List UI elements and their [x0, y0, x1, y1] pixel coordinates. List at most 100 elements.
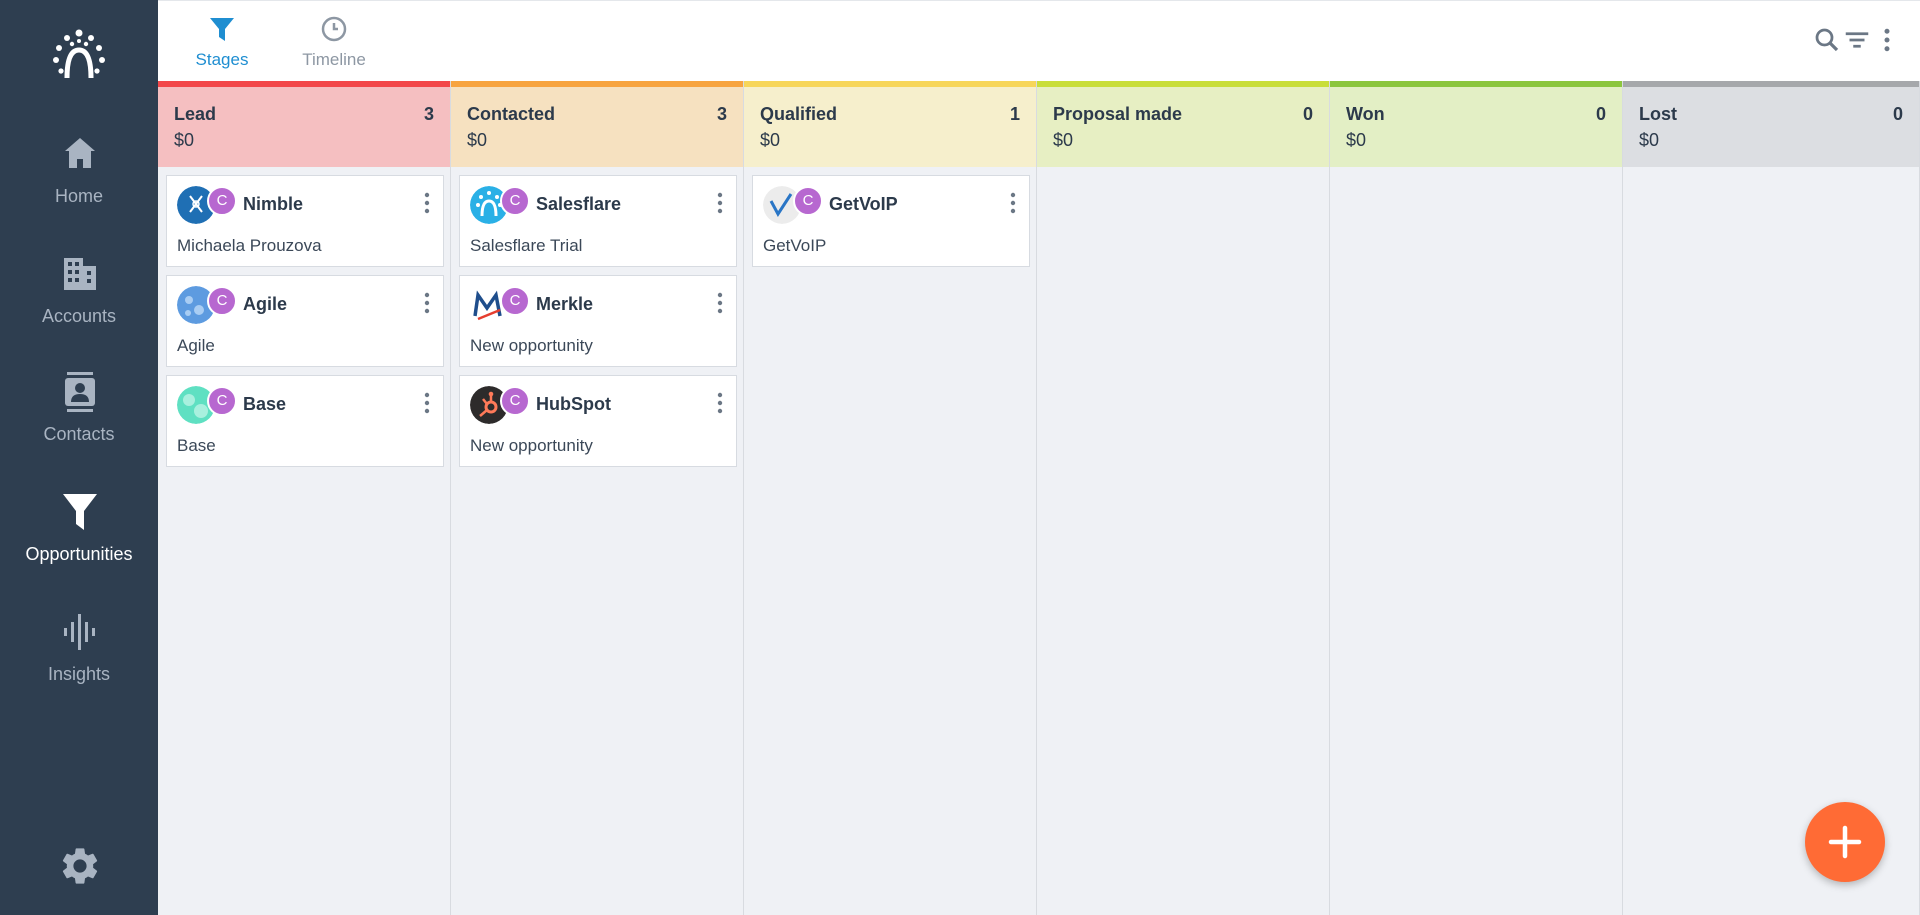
sidebar: Home Accounts Contacts Opportunities Ins…	[0, 0, 158, 915]
card-menu-icon[interactable]	[419, 290, 435, 316]
sidebar-item-home[interactable]: Home	[0, 134, 158, 234]
bars-icon	[64, 614, 95, 650]
card-menu-icon[interactable]	[712, 390, 728, 416]
sidebar-item-label: Home	[54, 186, 103, 206]
stage-name: Contacted	[467, 104, 556, 124]
clock-icon	[321, 16, 347, 42]
contact-avatar-badge: C	[500, 386, 530, 416]
stage-column: Proposal made 0 $0	[1037, 81, 1330, 915]
stage-amount: $0	[174, 130, 195, 150]
opportunity-card[interactable]: C Salesflare Salesflare Trial	[459, 175, 737, 267]
filter-icon[interactable]	[1842, 25, 1872, 55]
contact-card-icon	[65, 372, 95, 412]
stage-amount: $0	[1639, 130, 1660, 150]
stage-name: Qualified	[760, 104, 838, 124]
opportunity-company-name: HubSpot	[536, 394, 611, 414]
stage-header[interactable]: Qualified 1 $0	[744, 81, 1036, 167]
stage-color-bar	[1037, 81, 1329, 87]
opportunity-company-name: GetVoIP	[829, 194, 898, 214]
sidebar-item-label: Opportunities	[25, 544, 133, 564]
opportunity-company-name: Agile	[243, 294, 288, 314]
stage-column: Qualified 1 $0 C GetVoIP GetVoIP	[744, 81, 1037, 915]
opportunity-card[interactable]: C HubSpot New opportunity	[459, 375, 737, 467]
opportunity-card[interactable]: C Agile Agile	[166, 275, 444, 367]
stage-header[interactable]: Lost 0 $0	[1623, 81, 1919, 167]
stage-column: Won 0 $0	[1330, 81, 1623, 915]
stage-amount: $0	[1346, 130, 1367, 150]
stage-header[interactable]: Proposal made 0 $0	[1037, 81, 1329, 167]
stage-count: 0	[1892, 104, 1903, 124]
stage-column: Contacted 3 $0 C Salesflare Salesflare Trial C…	[451, 81, 744, 915]
contact-avatar-badge: C	[207, 286, 237, 316]
opportunity-company-name: Salesflare	[536, 194, 622, 214]
sidebar-item-accounts[interactable]: Accounts	[0, 254, 158, 354]
tab-stages[interactable]: Stages	[176, 1, 268, 82]
opportunity-name: Base	[177, 436, 216, 455]
contact-avatar-badge: C	[207, 386, 237, 416]
stage-count: 0	[1302, 104, 1313, 124]
stage-count: 0	[1595, 104, 1606, 124]
stage-count: 3	[423, 104, 434, 124]
card-menu-icon[interactable]	[419, 190, 435, 216]
opportunity-card[interactable]: C Merkle New opportunity	[459, 275, 737, 367]
stage-column: Lost 0 $0	[1623, 81, 1920, 915]
sidebar-item-label: Insights	[47, 664, 111, 684]
stage-color-bar	[744, 81, 1036, 87]
tab-label: Stages	[195, 50, 249, 69]
opportunity-card[interactable]: C Base Base	[166, 375, 444, 467]
opportunity-name: Salesflare Trial	[470, 236, 583, 255]
stage-count: 3	[716, 104, 727, 124]
opportunity-company-name: Merkle	[536, 294, 594, 314]
sidebar-item-contacts[interactable]: Contacts	[0, 372, 158, 472]
tab-label: Timeline	[302, 50, 366, 69]
stage-name: Lost	[1639, 104, 1677, 124]
opportunity-card[interactable]: C GetVoIP GetVoIP	[752, 175, 1030, 267]
opportunity-name: Michaela Prouzova	[177, 236, 322, 255]
stage-amount: $0	[1053, 130, 1074, 150]
building-icon	[64, 258, 96, 290]
more-vertical-icon[interactable]	[1872, 25, 1902, 55]
stage-header[interactable]: Lead 3 $0	[158, 81, 450, 167]
stage-name: Won	[1346, 104, 1385, 124]
opportunity-name: New opportunity	[470, 336, 593, 355]
stage-color-bar	[1623, 81, 1919, 87]
plus-icon	[1828, 825, 1862, 859]
search-icon[interactable]	[1812, 25, 1842, 55]
sidebar-item-opportunities[interactable]: Opportunities	[0, 492, 158, 592]
stage-header[interactable]: Contacted 3 $0	[451, 81, 743, 167]
sidebar-item-insights[interactable]: Insights	[0, 612, 158, 712]
stage-color-bar	[1330, 81, 1622, 87]
tab-timeline[interactable]: Timeline	[280, 1, 388, 82]
contact-avatar-badge: C	[207, 186, 237, 216]
stage-color-bar	[158, 81, 450, 87]
stage-name: Lead	[174, 104, 217, 124]
stage-header[interactable]: Won 0 $0	[1330, 81, 1622, 167]
top-bar: Stages Timeline	[158, 0, 1920, 81]
funnel-icon	[63, 494, 97, 530]
contact-avatar-badge: C	[793, 186, 823, 216]
opportunity-company-name: Base	[243, 394, 287, 414]
stage-amount: $0	[760, 130, 781, 150]
pipeline-board: Lead 3 $0 C Nimble Michaela Prouzova C Agile Agi…	[158, 81, 1920, 915]
stage-column: Lead 3 $0 C Nimble Michaela Prouzova C Agile Agi…	[158, 81, 451, 915]
sidebar-item-label: Contacts	[43, 424, 115, 444]
card-menu-icon[interactable]	[1005, 190, 1021, 216]
opportunity-name: Agile	[177, 336, 215, 355]
home-icon	[65, 138, 95, 168]
add-opportunity-button[interactable]	[1805, 802, 1885, 882]
card-menu-icon[interactable]	[712, 190, 728, 216]
stage-count: 1	[1009, 104, 1020, 124]
card-menu-icon[interactable]	[419, 390, 435, 416]
opportunity-card[interactable]: C Nimble Michaela Prouzova	[166, 175, 444, 267]
gear-icon[interactable]	[58, 844, 102, 888]
sidebar-item-label: Accounts	[41, 306, 117, 326]
salesflare-logo-icon[interactable]	[50, 28, 108, 82]
opportunity-name: New opportunity	[470, 436, 593, 455]
card-menu-icon[interactable]	[712, 290, 728, 316]
funnel-icon	[210, 18, 234, 41]
opportunity-company-name: Nimble	[243, 194, 304, 214]
contact-avatar-badge: C	[500, 286, 530, 316]
stage-amount: $0	[467, 130, 488, 150]
opportunity-name: GetVoIP	[763, 236, 827, 255]
stage-color-bar	[451, 81, 743, 87]
